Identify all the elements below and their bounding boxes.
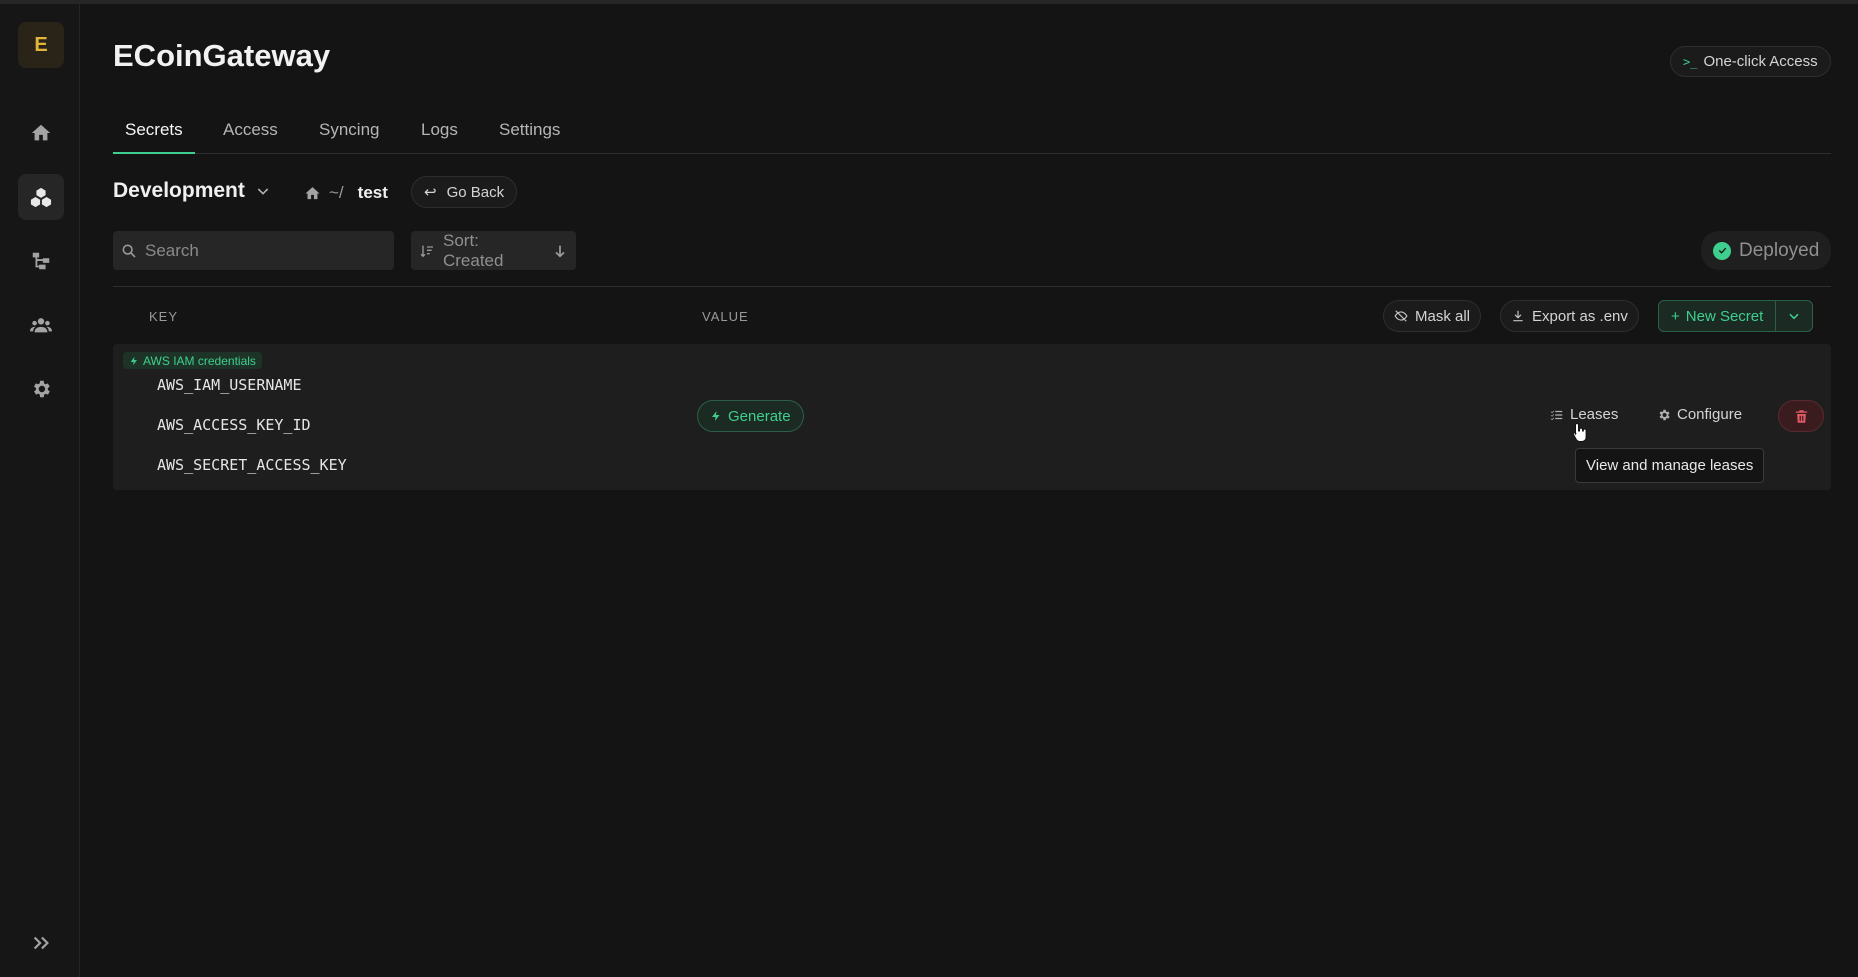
divider — [113, 286, 1831, 287]
page-title: ECoinGateway — [113, 38, 331, 73]
lightning-icon — [130, 356, 137, 365]
tab-settings[interactable]: Settings — [487, 120, 572, 154]
dynamic-secret-row[interactable]: AWS IAM credentials AWS_IAM_USERNAME AWS… — [113, 344, 1831, 490]
configure-button[interactable]: Configure — [1657, 406, 1742, 423]
settings-icon — [34, 380, 50, 398]
environment-select[interactable]: Development — [113, 179, 271, 203]
new-secret-dropdown-button[interactable] — [1776, 301, 1812, 331]
sidebar: E — [0, 4, 80, 977]
go-back-label: Go Back — [446, 183, 505, 201]
delete-button[interactable] — [1778, 400, 1824, 432]
column-header-key: KEY — [149, 309, 179, 324]
deployment-status-badge: Deployed — [1701, 231, 1832, 270]
gear-icon — [1659, 409, 1670, 420]
secret-key: AWS_ACCESS_KEY_ID — [157, 416, 311, 434]
search-input[interactable] — [145, 240, 385, 261]
trash-icon — [1795, 409, 1807, 423]
secret-key: AWS_IAM_USERNAME — [157, 376, 302, 394]
breadcrumb-current: test — [357, 183, 388, 202]
export-env-label: Export as .env — [1532, 307, 1628, 325]
tab-secrets[interactable]: Secrets — [113, 120, 195, 154]
eye-off-icon — [1394, 310, 1408, 322]
leases-label: Leases — [1570, 406, 1619, 423]
dynamic-secret-type: AWS IAM credentials — [143, 353, 256, 368]
sort-label: Sort: Created — [442, 230, 504, 270]
tab-bar: Secrets Access Syncing Logs Settings — [113, 114, 1831, 154]
tab-syncing[interactable]: Syncing — [307, 120, 391, 154]
one-click-access-button[interactable]: >_ One-click Access — [1670, 46, 1831, 77]
org-logo[interactable]: E — [18, 22, 64, 68]
expand-sidebar-button[interactable] — [26, 928, 56, 958]
home-icon[interactable] — [304, 185, 321, 202]
leases-tooltip: View and manage leases — [1575, 448, 1765, 483]
plus-icon: + — [1671, 307, 1680, 325]
nav-settings[interactable] — [18, 366, 64, 412]
members-icon — [30, 318, 52, 333]
breadcrumb-root[interactable]: ~/ — [329, 183, 344, 203]
generate-button[interactable]: Generate — [697, 400, 804, 432]
home-icon — [31, 124, 51, 141]
secret-key: AWS_SECRET_ACCESS_KEY — [157, 456, 347, 474]
return-arrow-icon: ↩ — [424, 184, 437, 201]
new-secret-button-group: + New Secret — [1658, 300, 1814, 332]
environment-name: Development — [113, 179, 245, 202]
search-icon — [122, 244, 136, 258]
tab-logs[interactable]: Logs — [409, 120, 470, 154]
search-box[interactable] — [113, 231, 394, 270]
export-env-button[interactable]: Export as .env — [1500, 300, 1639, 332]
dynamic-secret-badge: AWS IAM credentials — [123, 352, 262, 369]
chevron-down-icon — [1789, 313, 1799, 320]
terminal-icon: >_ — [1683, 54, 1698, 69]
mask-all-button[interactable]: Mask all — [1383, 300, 1482, 332]
download-icon — [1513, 310, 1523, 322]
check-circle-icon — [1713, 241, 1731, 260]
chevron-down-icon — [257, 188, 269, 195]
tab-access[interactable]: Access — [211, 120, 290, 154]
lightning-icon — [712, 411, 720, 421]
secrets-icon — [30, 187, 52, 208]
mask-all-label: Mask all — [1415, 307, 1471, 325]
leases-button[interactable]: Leases — [1550, 406, 1618, 423]
double-chevron-right-icon — [33, 936, 49, 950]
nav-secrets[interactable] — [18, 174, 64, 220]
nav-members[interactable] — [18, 302, 64, 348]
hand-pointer-icon — [1573, 422, 1587, 442]
new-secret-label: New Secret — [1685, 307, 1764, 325]
column-header-value: VALUE — [702, 309, 749, 324]
deployment-status-label: Deployed — [1739, 239, 1820, 261]
sort-button[interactable]: Sort: Created — [411, 231, 576, 270]
nav-integrations[interactable] — [18, 238, 64, 284]
nav-home[interactable] — [18, 110, 64, 156]
go-back-button[interactable]: ↩ Go Back — [411, 176, 518, 208]
sort-icon — [420, 245, 433, 257]
configure-label: Configure — [1677, 406, 1743, 423]
one-click-label: One-click Access — [1703, 53, 1818, 70]
integrations-icon — [32, 252, 50, 270]
breadcrumb: ~/ test — [304, 183, 388, 203]
generate-label: Generate — [728, 407, 791, 425]
list-check-icon — [1550, 410, 1563, 420]
new-secret-button[interactable]: + New Secret — [1659, 301, 1777, 331]
arrow-down-icon — [555, 245, 565, 258]
